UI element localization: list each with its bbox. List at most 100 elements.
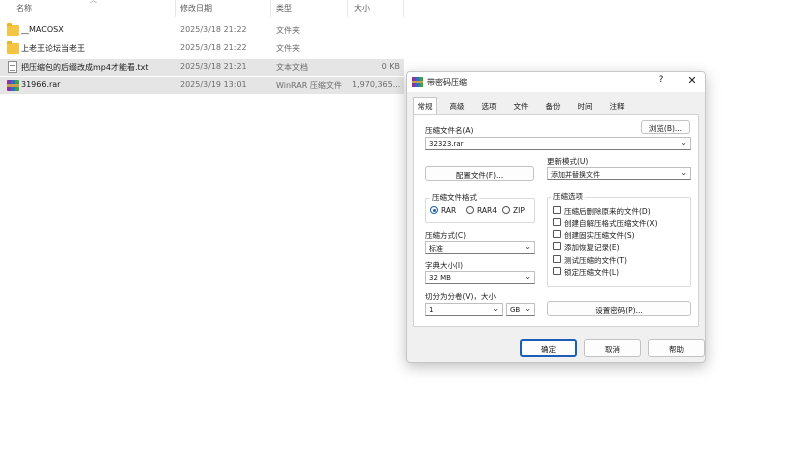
browse-button[interactable]: 浏览(B)... bbox=[641, 120, 690, 134]
dictionary-size-label: 字典大小(I) bbox=[425, 261, 464, 270]
chevron-down-icon[interactable]: ⌄ bbox=[492, 304, 499, 313]
archive-password-dialog: 带密码压缩 ? ✕ 常规 高级 选项 文件 备份 时间 注释 压缩文件名(A) … bbox=[406, 71, 706, 363]
set-password-button[interactable]: 设置密码(P)... bbox=[547, 301, 691, 316]
column-type-header[interactable]: 类型 bbox=[276, 3, 292, 17]
rar-archive-icon bbox=[7, 80, 19, 91]
chevron-down-icon[interactable]: ⌄ bbox=[680, 138, 687, 147]
help-icon[interactable]: ? bbox=[655, 75, 667, 85]
tab-options[interactable]: 选项 bbox=[477, 98, 501, 114]
delete-after-label[interactable]: 压缩后删除原来的文件(D) bbox=[564, 206, 651, 217]
sfx-checkbox[interactable] bbox=[553, 218, 561, 226]
column-name-header[interactable]: 名称 bbox=[16, 3, 32, 17]
file-row[interactable]: 把压缩包的后缀改成mp4才能看.txt 2025/3/18 21:21 文本文档… bbox=[0, 59, 404, 76]
chevron-down-icon: ⌄ bbox=[524, 272, 531, 281]
lock-archive-checkbox[interactable] bbox=[553, 267, 561, 275]
compression-options-label: 压缩选项 bbox=[551, 191, 585, 202]
tab-general[interactable]: 常规 bbox=[413, 97, 437, 115]
file-size: 1,970,365... bbox=[352, 80, 400, 89]
help-button[interactable]: 帮助 bbox=[648, 339, 705, 357]
column-divider[interactable] bbox=[347, 0, 348, 17]
file-type: 文本文档 bbox=[276, 63, 308, 72]
dialog-titlebar[interactable]: 带密码压缩 ? ✕ bbox=[407, 72, 705, 92]
file-date: 2025/3/18 21:22 bbox=[180, 43, 247, 52]
file-size: 0 KB bbox=[381, 62, 400, 71]
dictionary-size-value: 32 MB bbox=[429, 274, 451, 282]
file-type: WinRAR 压缩文件 bbox=[276, 81, 342, 90]
solid-checkbox[interactable] bbox=[553, 230, 561, 238]
format-rar4-radio[interactable] bbox=[466, 206, 474, 214]
sort-ascending-icon: ︿ bbox=[90, 0, 97, 4]
column-date-header[interactable]: 修改日期 bbox=[180, 3, 212, 17]
update-mode-value: 添加并替换文件 bbox=[551, 171, 600, 179]
help-button-label: 帮助 bbox=[669, 345, 684, 354]
file-row[interactable]: 31966.rar 2025/3/19 13:01 WinRAR 压缩文件 1,… bbox=[0, 77, 404, 94]
file-type: 文件夹 bbox=[276, 44, 300, 53]
profiles-button[interactable]: 配置文件(F)... bbox=[425, 166, 534, 181]
recovery-record-checkbox[interactable] bbox=[553, 242, 561, 250]
file-row[interactable]: __MACOSX 2025/3/18 21:22 文件夹 bbox=[0, 22, 404, 39]
split-volumes-label: 切分为分卷(V)，大小 bbox=[425, 292, 496, 301]
file-row[interactable]: 上老王论坛当老王 2025/3/18 21:22 文件夹 bbox=[0, 40, 404, 57]
file-date: 2025/3/18 21:22 bbox=[180, 25, 247, 34]
split-unit-select[interactable]: GB ⌄ bbox=[506, 303, 535, 316]
cancel-button-label: 取消 bbox=[605, 345, 620, 354]
format-zip-label[interactable]: ZIP bbox=[513, 206, 525, 215]
split-size-value: 1 bbox=[429, 306, 434, 314]
format-rar-radio[interactable] bbox=[430, 206, 438, 214]
sfx-label[interactable]: 创建自解压格式压缩文件(X) bbox=[564, 218, 658, 229]
file-date: 2025/3/18 21:21 bbox=[180, 62, 247, 71]
ok-button-label: 确定 bbox=[541, 345, 556, 354]
ok-button[interactable]: 确定 bbox=[520, 339, 577, 357]
cancel-button[interactable]: 取消 bbox=[584, 339, 641, 357]
test-files-checkbox[interactable] bbox=[553, 255, 561, 263]
file-date: 2025/3/19 13:01 bbox=[180, 80, 247, 89]
column-divider[interactable] bbox=[403, 0, 404, 17]
split-unit-value: GB bbox=[510, 306, 521, 314]
compression-method-select[interactable]: 标准 ⌄ bbox=[425, 241, 535, 254]
tab-advanced[interactable]: 高级 bbox=[445, 98, 469, 114]
update-mode-select[interactable]: 添加并替换文件 ⌄ bbox=[547, 167, 691, 180]
folder-icon bbox=[7, 23, 19, 36]
test-files-label[interactable]: 测试压缩的文件(T) bbox=[564, 255, 627, 266]
tab-time[interactable]: 时间 bbox=[573, 98, 597, 114]
tab-files[interactable]: 文件 bbox=[509, 98, 533, 114]
tab-backup[interactable]: 备份 bbox=[541, 98, 565, 114]
winrar-icon bbox=[412, 77, 423, 87]
format-rar-label[interactable]: RAR bbox=[441, 206, 456, 215]
update-mode-label: 更新模式(U) bbox=[547, 157, 589, 166]
archive-name-input[interactable]: 32323.rar ⌄ bbox=[425, 137, 691, 150]
column-divider[interactable] bbox=[270, 0, 271, 17]
format-rar4-label[interactable]: RAR4 bbox=[477, 206, 497, 215]
recovery-record-label[interactable]: 添加恢复记录(E) bbox=[564, 242, 620, 253]
set-password-label: 设置密码(P)... bbox=[595, 306, 643, 315]
profiles-button-label: 配置文件(F)... bbox=[455, 171, 504, 180]
file-name: 上老王论坛当老王 bbox=[21, 44, 85, 53]
chevron-down-icon: ⌄ bbox=[524, 304, 531, 313]
text-file-icon bbox=[8, 61, 17, 73]
general-panel: 压缩文件名(A) 浏览(B)... 32323.rar ⌄ 配置文件(F)...… bbox=[413, 114, 699, 327]
file-name: 31966.rar bbox=[21, 80, 61, 89]
dialog-title: 带密码压缩 bbox=[427, 78, 467, 87]
file-name: __MACOSX bbox=[21, 25, 64, 34]
file-type: 文件夹 bbox=[276, 26, 300, 35]
archive-format-label: 压缩文件格式 bbox=[430, 192, 479, 203]
close-icon[interactable]: ✕ bbox=[685, 74, 699, 87]
archive-name-label: 压缩文件名(A) bbox=[425, 126, 474, 135]
lock-archive-label[interactable]: 锁定压缩文件(L) bbox=[564, 267, 619, 278]
chevron-down-icon: ⌄ bbox=[524, 242, 531, 251]
dictionary-size-select[interactable]: 32 MB ⌄ bbox=[425, 271, 535, 284]
column-header: ︿ 名称 修改日期 类型 大小 bbox=[0, 0, 404, 17]
split-size-input[interactable]: 1 ⌄ bbox=[425, 303, 503, 316]
compression-method-value: 标准 bbox=[429, 245, 443, 253]
browse-button-label: 浏览(B)... bbox=[648, 124, 683, 133]
solid-label[interactable]: 创建固实压缩文件(S) bbox=[564, 230, 635, 241]
chevron-down-icon: ⌄ bbox=[680, 168, 687, 177]
archive-name-value: 32323.rar bbox=[429, 140, 464, 148]
format-zip-radio[interactable] bbox=[502, 206, 510, 214]
tab-comment[interactable]: 注释 bbox=[605, 98, 629, 114]
file-name: 把压缩包的后缀改成mp4才能看.txt bbox=[21, 63, 149, 72]
compression-method-label: 压缩方式(C) bbox=[425, 231, 467, 240]
column-size-header[interactable]: 大小 bbox=[354, 3, 370, 17]
column-divider[interactable] bbox=[175, 0, 176, 17]
delete-after-checkbox[interactable] bbox=[553, 206, 561, 214]
